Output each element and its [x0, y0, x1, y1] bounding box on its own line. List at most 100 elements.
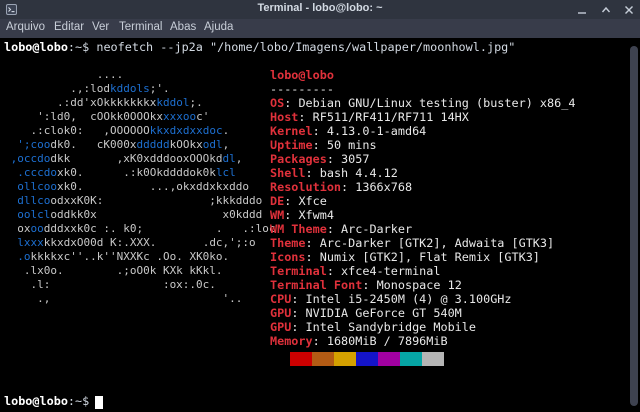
info-row: OS: Debian GNU/Linux testing (buster) x8… — [270, 96, 575, 110]
info-value: Xfwm4 — [298, 208, 334, 222]
info-row: Shell: bash 4.4.12 — [270, 166, 398, 180]
info-key: WM Theme — [270, 222, 327, 236]
info-row: Icons: Numix [GTK2], Flat Remix [GTK3] — [270, 250, 540, 264]
info-row: GPU: Intel Sandybridge Mobile — [270, 320, 476, 334]
info-row: Packages: 3057 — [270, 152, 369, 166]
info-colon: : — [291, 292, 306, 306]
info-value: RF511/RF411/RF711 14HX — [312, 110, 469, 124]
palette-swatch — [268, 352, 290, 366]
info-colon: : — [326, 222, 342, 236]
scrollbar[interactable] — [630, 46, 638, 406]
window-title: Terminal - lobo@lobo: ~ — [257, 2, 383, 14]
info-colon: : — [326, 152, 342, 166]
palette-swatch — [334, 352, 356, 366]
info-title: lobo@lobo — [270, 68, 334, 82]
terminal-output[interactable]: lobo@lobo:~$ neofetch --jp2a "/home/lobo… — [0, 38, 628, 412]
menu-editar[interactable]: Editar — [54, 21, 84, 33]
ascii-logo-line: dllcoodxxK0K: ;kkkdddo — [4, 194, 263, 207]
info-row: Terminal Font: Monospace 12 — [270, 278, 462, 292]
command-prompt-suffix: :~$ — [67, 40, 90, 54]
menu-abas[interactable]: Abas — [170, 21, 196, 33]
info-value: Numix [GTK2], Flat Remix [GTK3] — [319, 250, 540, 264]
info-value: Debian GNU/Linux testing (buster) x86_4 — [298, 96, 576, 110]
text-cursor — [95, 396, 103, 409]
palette-swatch — [356, 352, 378, 366]
info-colon: : — [305, 236, 320, 250]
palette-swatch — [400, 352, 422, 366]
info-value: xfce4-terminal — [341, 264, 441, 278]
menu-arquivo[interactable]: Arquivo — [6, 21, 45, 33]
info-row: Theme: Arc-Darker [GTK2], Adwaita [GTK3] — [270, 236, 554, 250]
info-value: 4.13.0-1-amd64 — [326, 124, 427, 138]
info-row: Host: RF511/RF411/RF711 14HX — [270, 110, 469, 124]
command-user-host: lobo@lobo — [4, 40, 68, 54]
command-line: lobo@lobo:~$ neofetch --jp2a "/home/lobo… — [4, 40, 515, 54]
info-row: Uptime: 50 mins — [270, 138, 377, 152]
info-row: Memory: 1680MiB / 7896MiB — [270, 334, 448, 348]
palette-swatch — [312, 352, 334, 366]
info-key: WM — [270, 208, 285, 222]
info-key: GPU — [270, 306, 292, 320]
info-value: Intel i5-2450M (4) @ 3.100GHz — [305, 292, 512, 306]
menu-ver[interactable]: Ver — [92, 21, 109, 33]
ascii-logo-line: ollcooxk0. ...,okxddxkxddo — [4, 180, 250, 193]
prompt-suffix: :~$ — [67, 394, 90, 408]
info-row: Resolution: 1366x768 — [270, 180, 412, 194]
menu-bar: Arquivo Editar Ver Terminal Abas Ajuda — [0, 19, 640, 38]
info-key: Kernel — [270, 124, 313, 138]
info-row: WM Theme: Arc-Darker — [270, 222, 412, 236]
maximize-icon[interactable] — [601, 5, 611, 15]
info-key: Terminal — [270, 264, 327, 278]
info-key: GPU — [270, 320, 292, 334]
prompt-line: lobo@lobo:~$ — [4, 394, 89, 408]
title-bar[interactable]: Terminal - lobo@lobo: ~ — [0, 0, 640, 19]
minimize-icon[interactable] — [577, 5, 587, 15]
ascii-logo-line: .okkkkxc''..k''NXXKc .Oo. XK0ko. — [4, 250, 230, 263]
info-value: 50 mins — [326, 138, 377, 152]
info-value: NVIDIA GeForce GT 540M — [305, 306, 462, 320]
info-colon: : — [305, 250, 320, 264]
ascii-logo-line: .l: :ox:.0c. — [4, 278, 216, 291]
info-key: Host — [270, 110, 299, 124]
info-separator: --------- — [270, 82, 334, 96]
info-key: Uptime — [270, 138, 313, 152]
palette-swatch — [290, 352, 312, 366]
info-colon: : — [305, 166, 320, 180]
info-row: CPU: Intel i5-2450M (4) @ 3.100GHz — [270, 292, 512, 306]
info-key: OS — [270, 96, 285, 110]
scrollbar-thumb[interactable] — [630, 46, 638, 406]
ascii-logo-line: .:clok0: ,OOOOOOkkxdxdxxdoc. — [4, 124, 230, 137]
ascii-logo-line: oolcloddkk0x x0kddd — [4, 208, 263, 221]
info-value: Arc-Darker [GTK2], Adwaita [GTK3] — [319, 236, 555, 250]
info-row: WM: Xfwm4 — [270, 208, 334, 222]
info-colon: : — [284, 208, 299, 222]
info-colon: : — [284, 194, 299, 208]
info-colon: : — [326, 264, 342, 278]
info-key: DE — [270, 194, 285, 208]
palette-swatch — [422, 352, 444, 366]
menu-ajuda[interactable]: Ajuda — [204, 21, 233, 33]
info-value: Arc-Darker — [341, 222, 413, 236]
info-key: Theme — [270, 236, 306, 250]
info-value: Monospace 12 — [376, 278, 462, 292]
close-icon[interactable] — [624, 5, 634, 15]
palette-swatch — [378, 352, 400, 366]
ascii-logo-line: ':ld0, cOOkk0OOOkxxxxooc' — [4, 110, 210, 123]
info-row: DE: Xfce — [270, 194, 327, 208]
info-colon: : — [284, 96, 299, 110]
info-key: CPU — [270, 292, 292, 306]
menu-terminal[interactable]: Terminal — [119, 21, 162, 33]
terminal-window: Terminal - lobo@lobo: ~ Arquivo Editar V… — [0, 0, 640, 412]
info-colon: : — [341, 180, 356, 194]
ascii-logo-line: ., '.. — [4, 292, 243, 305]
ascii-logo-line: .... — [4, 68, 130, 81]
ascii-logo-line: .cccdoxk0. .:k0Okddddok0klcl — [4, 166, 236, 179]
info-key: Shell — [270, 166, 306, 180]
info-value: bash 4.4.12 — [319, 166, 398, 180]
info-value: 1680MiB / 7896MiB — [326, 334, 448, 348]
info-row: Terminal: xfce4-terminal — [270, 264, 440, 278]
info-key: Resolution — [270, 180, 342, 194]
command-text: neofetch --jp2a "/home/lobo/Imagens/wall… — [89, 40, 516, 54]
ascii-logo-line: oxoodddxxk0c :. k0; . .:loc — [4, 222, 276, 235]
info-value: Xfce — [298, 194, 327, 208]
